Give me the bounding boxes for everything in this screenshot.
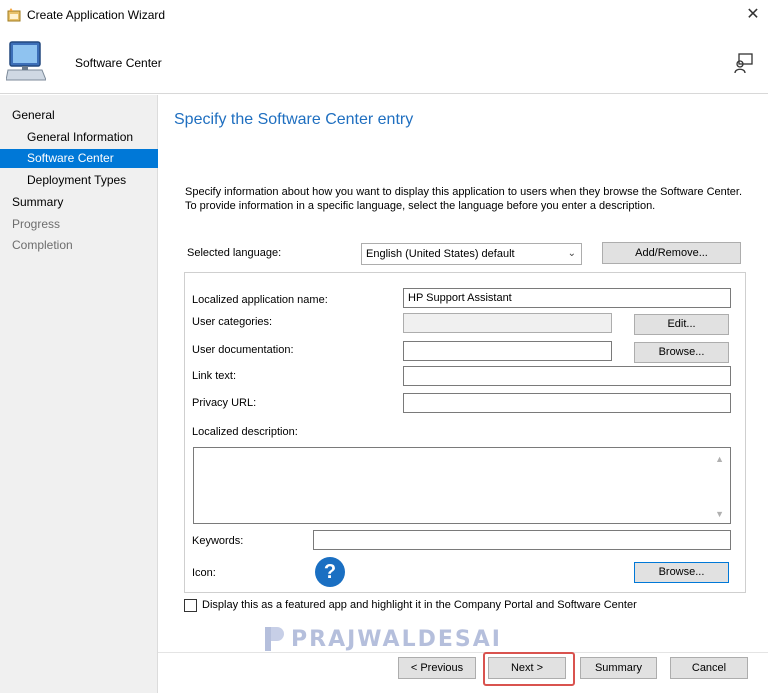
chevron-down-icon: ⌄ bbox=[567, 248, 576, 259]
link-text-input[interactable] bbox=[403, 366, 731, 386]
icon-browse-button[interactable]: Browse... bbox=[634, 562, 729, 583]
keywords-input[interactable] bbox=[313, 530, 731, 550]
scroll-up-icon[interactable]: ▲ bbox=[715, 454, 724, 464]
nav-item-progress: Progress bbox=[12, 217, 61, 231]
header-title: Software Center bbox=[75, 56, 162, 70]
help-question-icon: ? bbox=[315, 557, 345, 587]
icon-label: Icon: bbox=[192, 567, 216, 579]
language-select-value: English (United States) default bbox=[366, 248, 515, 260]
language-select[interactable]: English (United States) default ⌄ bbox=[361, 243, 582, 265]
close-icon[interactable]: ✕ bbox=[744, 6, 762, 24]
privacy-url-input[interactable] bbox=[403, 393, 731, 413]
keywords-label: Keywords: bbox=[192, 535, 244, 547]
categories-input bbox=[403, 313, 612, 333]
watermark-text: PRAJWALDESAI bbox=[291, 626, 502, 652]
scroll-down-icon[interactable]: ▼ bbox=[715, 509, 724, 519]
summary-button[interactable]: Summary bbox=[580, 657, 657, 679]
nav-item-completion: Completion bbox=[12, 238, 73, 252]
window-title: Create Application Wizard bbox=[27, 8, 166, 22]
nav-item-general[interactable]: General bbox=[12, 106, 55, 125]
nav-item-software-center[interactable]: Software Center bbox=[0, 149, 158, 168]
wizard-navigation: General General Information Software Cen… bbox=[0, 95, 158, 693]
wizard-app-icon bbox=[7, 8, 21, 22]
footer-divider bbox=[158, 652, 768, 653]
featured-app-label: Display this as a featured app and highl… bbox=[202, 599, 637, 611]
watermark-logo-icon bbox=[265, 627, 284, 651]
cancel-button[interactable]: Cancel bbox=[670, 657, 748, 679]
watermark: PRAJWALDESAI bbox=[263, 625, 502, 653]
page-title: Specify the Software Center entry bbox=[174, 111, 414, 128]
next-button[interactable]: Next > bbox=[488, 657, 566, 679]
description-textarea[interactable]: ▲ ▼ bbox=[193, 447, 731, 524]
featured-app-checkbox[interactable] bbox=[184, 599, 197, 612]
app-name-label: Localized application name: bbox=[192, 294, 328, 306]
documentation-label: User documentation: bbox=[192, 344, 294, 356]
nav-item-general-information[interactable]: General Information bbox=[27, 128, 133, 147]
documentation-input[interactable] bbox=[403, 341, 612, 361]
feedback-icon[interactable] bbox=[732, 52, 754, 74]
language-label: Selected language: bbox=[187, 247, 282, 259]
nav-item-deployment-types[interactable]: Deployment Types bbox=[27, 171, 126, 190]
app-name-input[interactable]: HP Support Assistant bbox=[403, 288, 731, 308]
previous-button[interactable]: < Previous bbox=[398, 657, 476, 679]
description-label: Localized description: bbox=[192, 426, 298, 438]
nav-item-summary[interactable]: Summary bbox=[12, 193, 63, 212]
privacy-url-label: Privacy URL: bbox=[192, 397, 257, 409]
categories-edit-button[interactable]: Edit... bbox=[634, 314, 729, 335]
page-description: Specify information about how you want t… bbox=[185, 186, 743, 212]
categories-label: User categories: bbox=[192, 316, 273, 328]
computer-icon bbox=[6, 41, 46, 81]
link-text-label: Link text: bbox=[192, 370, 237, 382]
documentation-browse-button[interactable]: Browse... bbox=[634, 342, 729, 363]
add-remove-button[interactable]: Add/Remove... bbox=[602, 242, 741, 264]
